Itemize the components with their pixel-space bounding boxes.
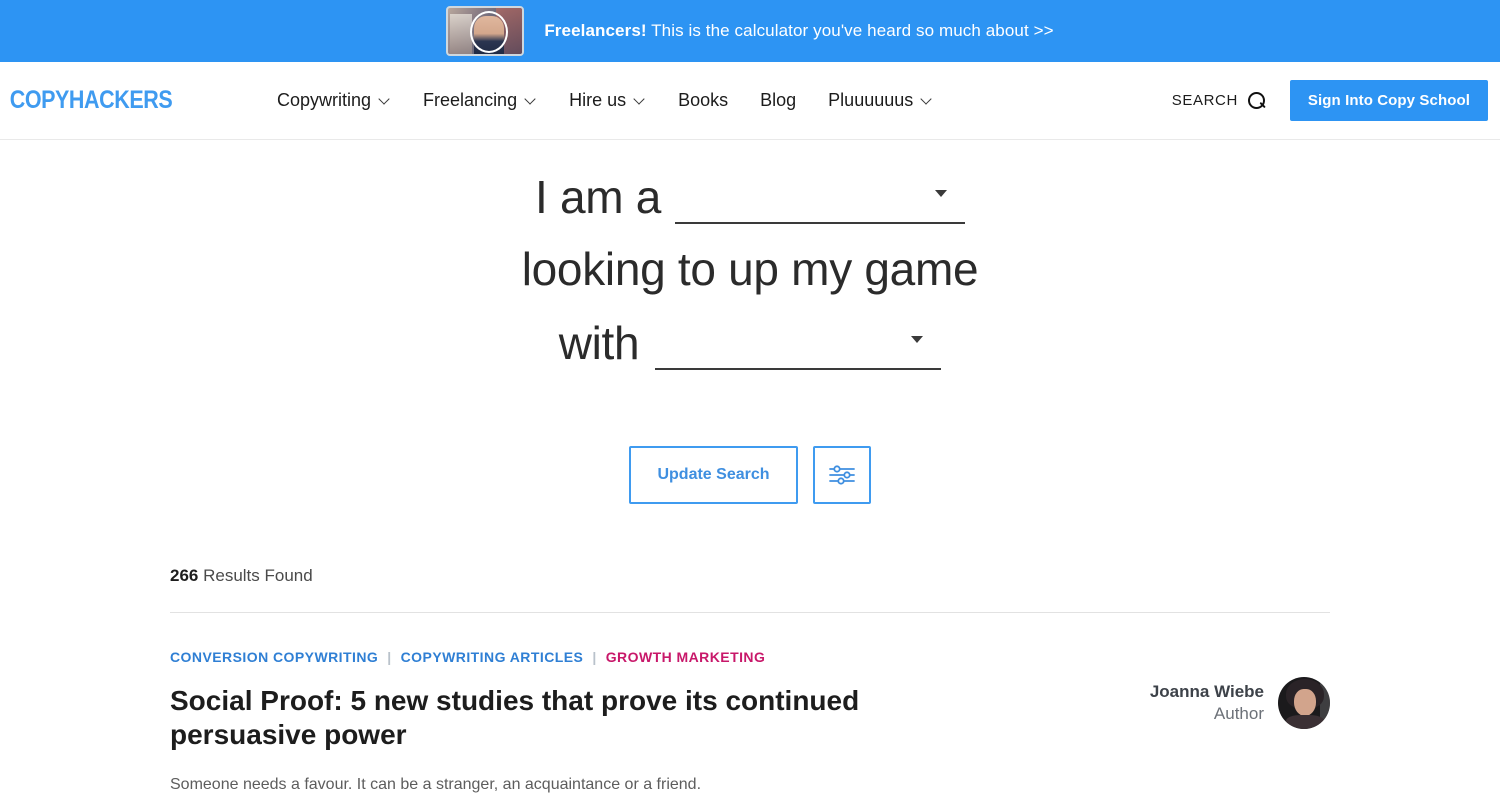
result-content: CONVERSION COPYWRITING | COPYWRITING ART…	[170, 649, 1120, 798]
site-header: COPYHACKERS Copywriting Freelancing Hire…	[0, 62, 1500, 140]
sliders-icon	[828, 465, 855, 485]
hero-static-text: looking to up my game	[521, 243, 979, 295]
promo-body-text: This is the calculator you've heard so m…	[646, 21, 1054, 40]
chevron-down-icon	[635, 95, 646, 106]
promo-text: Freelancers! This is the calculator you'…	[544, 21, 1053, 41]
result-item: CONVERSION COPYWRITING | COPYWRITING ART…	[170, 649, 1330, 798]
hero-line-3: with	[559, 320, 942, 370]
author-name: Joanna Wiebe	[1149, 681, 1264, 701]
chevron-down-icon	[526, 95, 537, 106]
nav-item-freelancing[interactable]: Freelancing	[407, 84, 553, 117]
video-thumbnail-icon[interactable]	[446, 6, 525, 56]
avatar-face	[1294, 689, 1316, 716]
hero-line-1: I am a	[534, 171, 966, 224]
author-meta: Joanna Wiebe Author	[1150, 681, 1264, 725]
hero-label-with: with	[558, 317, 640, 369]
nav-label: Blog	[760, 90, 797, 110]
nav-item-hire-us[interactable]: Hire us	[553, 84, 662, 117]
avatar[interactable]	[1278, 677, 1330, 729]
promo-strong-text: Freelancers!	[544, 21, 647, 40]
results-count-label: Results Found	[198, 566, 313, 585]
results-divider	[170, 612, 1330, 613]
update-search-button[interactable]: Update Search	[629, 446, 798, 504]
category-growth-marketing[interactable]: GROWTH MARKETING	[606, 649, 766, 665]
caret-down-icon	[935, 190, 948, 197]
result-title[interactable]: Social Proof: 5 new studies that prove i…	[170, 684, 930, 753]
nav-label: Pluuuuuus	[828, 90, 914, 110]
nav-label: Copywriting	[276, 90, 372, 110]
nav-item-blog[interactable]: Blog	[744, 84, 812, 117]
hero-label-i-am-a: I am a	[534, 171, 662, 223]
category-copywriting-articles[interactable]: COPYWRITING ARTICLES	[401, 649, 584, 665]
thumbnail-bg-left	[450, 14, 473, 54]
search-label: SEARCH	[1171, 92, 1238, 109]
promo-banner[interactable]: Freelancers! This is the calculator you'…	[0, 0, 1500, 62]
results-count-number: 266	[170, 566, 199, 585]
topic-select[interactable]	[655, 324, 942, 370]
search-actions: Update Search	[629, 446, 871, 504]
nav-label: Freelancing	[423, 90, 518, 110]
caret-down-icon	[911, 336, 924, 343]
results-section: 266 Results Found CONVERSION COPYWRITING…	[170, 566, 1330, 798]
nav-item-pluuuuuus[interactable]: Pluuuuuus	[812, 84, 949, 117]
sign-into-copy-school-button[interactable]: Sign Into Copy School	[1289, 80, 1488, 121]
search-toggle[interactable]: SEARCH	[1162, 86, 1276, 116]
chevron-down-icon	[922, 95, 933, 106]
nav-label: Books	[678, 90, 729, 110]
role-select[interactable]	[675, 178, 966, 224]
results-count: 266 Results Found	[170, 566, 1330, 586]
hero-search-form: I am a looking to up my game with Update…	[0, 140, 1500, 504]
hero-line-2: looking to up my game	[522, 246, 979, 296]
main-navigation: Copywriting Freelancing Hire us Books Bl…	[261, 84, 949, 117]
chevron-down-icon	[380, 95, 391, 106]
author-role: Author	[1213, 704, 1264, 723]
nav-item-copywriting[interactable]: Copywriting	[261, 84, 407, 117]
category-separator: |	[387, 649, 392, 665]
header-right-group: SEARCH Sign Into Copy School	[1162, 80, 1488, 121]
site-logo[interactable]: COPYHACKERS	[8, 86, 173, 115]
nav-item-books[interactable]: Books	[662, 84, 744, 117]
nav-label: Hire us	[569, 90, 627, 110]
avatar-body	[1286, 715, 1324, 729]
category-separator: |	[592, 649, 597, 665]
filter-options-button[interactable]	[812, 446, 871, 504]
category-conversion-copywriting[interactable]: CONVERSION COPYWRITING	[170, 649, 378, 665]
category-list: CONVERSION COPYWRITING | COPYWRITING ART…	[170, 649, 1120, 665]
result-excerpt: Someone needs a favour. It can be a stra…	[170, 775, 702, 793]
author-block[interactable]: Joanna Wiebe Author	[1150, 649, 1330, 729]
search-icon[interactable]	[1247, 91, 1266, 110]
